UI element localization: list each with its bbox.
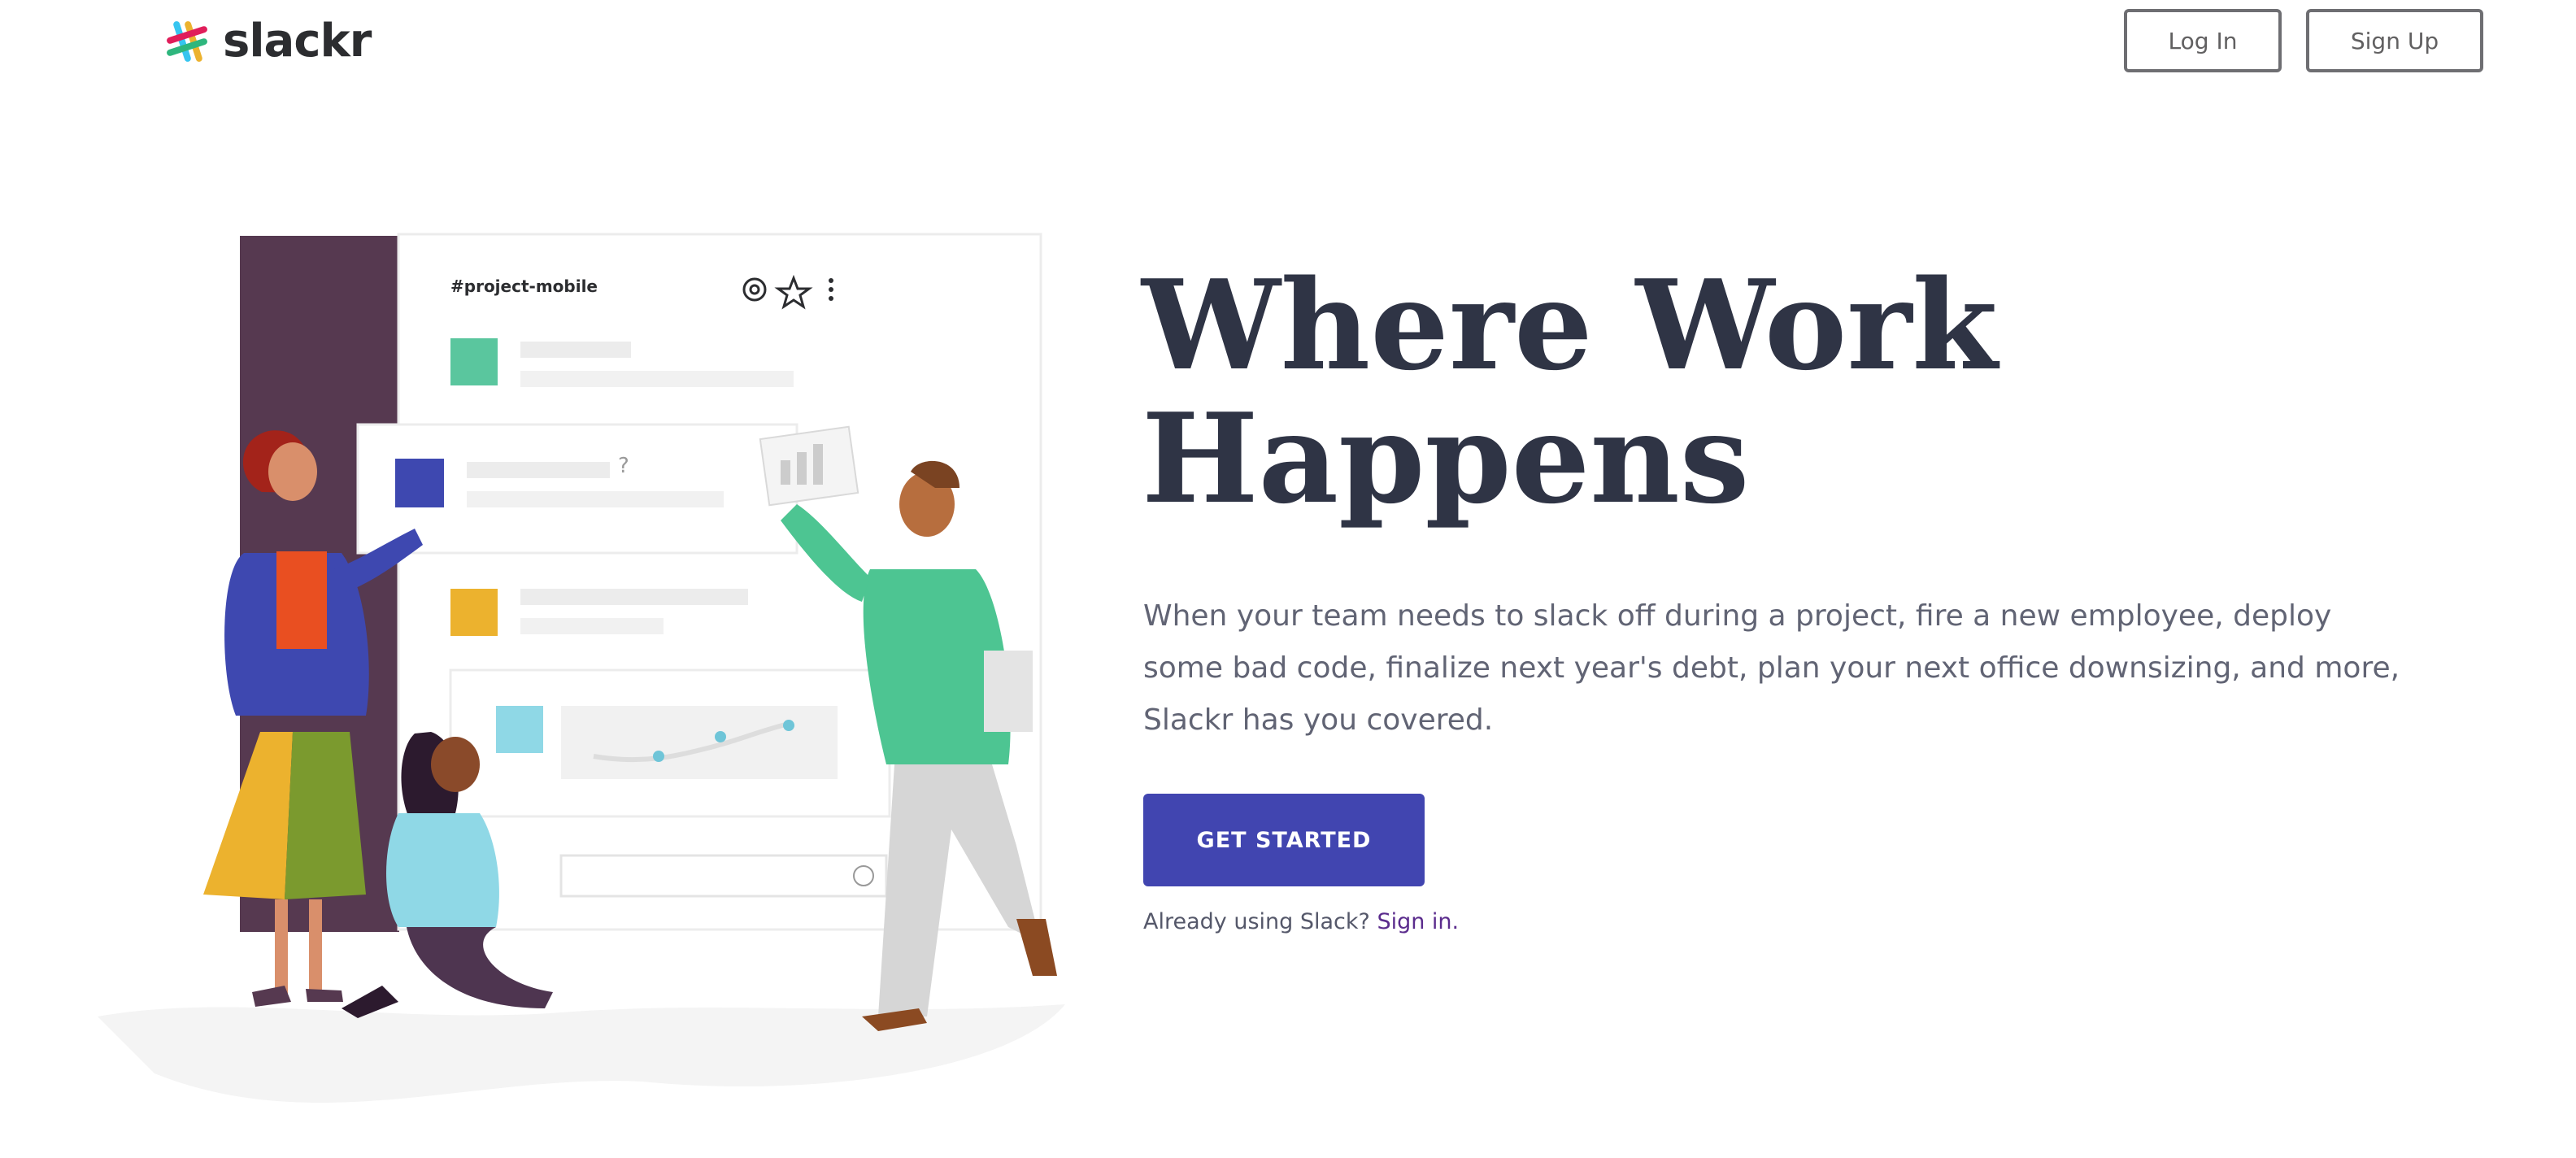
question-mark-text: ?	[618, 454, 629, 478]
signup-button[interactable]: Sign Up	[2306, 9, 2483, 72]
already-using-text: Already using Slack? Sign in.	[1143, 909, 1459, 934]
hero-title-line1: Where Work	[1142, 252, 1998, 398]
team-collaboration-illustration	[98, 233, 1065, 1103]
hero-illustration: #project-mobile ?	[73, 211, 1090, 1138]
sign-in-link[interactable]: Sign in.	[1377, 909, 1459, 934]
brand-logo[interactable]: slackr	[163, 15, 372, 67]
slack-hash-icon	[167, 20, 207, 62]
hero-title: Where Work Happens	[1142, 259, 2280, 525]
get-started-button[interactable]: GET STARTED	[1143, 794, 1425, 886]
already-using-label: Already using Slack?	[1143, 909, 1370, 934]
brand-name: slackr	[223, 15, 372, 67]
hero-title-line2: Happens	[1142, 385, 1750, 531]
hero-description: When your team needs to slack off during…	[1143, 599, 2400, 737]
login-button[interactable]: Log In	[2124, 9, 2282, 72]
channel-name: #project-mobile	[450, 276, 598, 296]
landing-page: slackr Log In Sign Up #project-mobile ? …	[0, 0, 2576, 1158]
